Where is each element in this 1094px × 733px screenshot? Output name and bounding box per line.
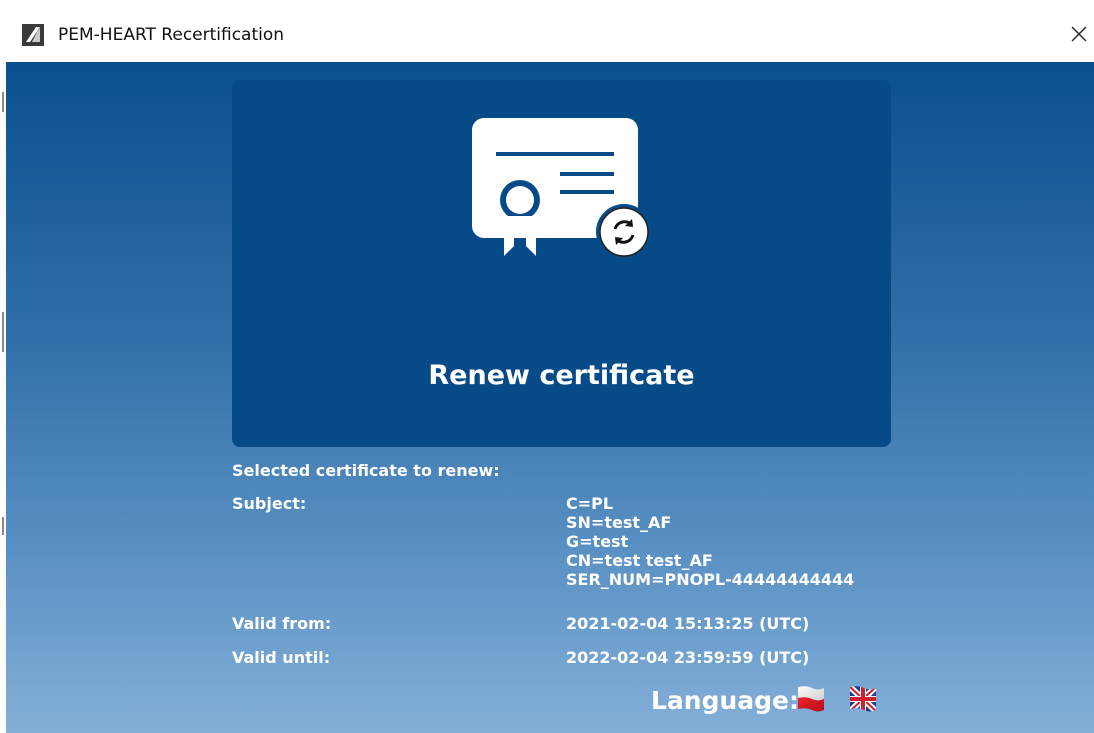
pem-heart-app-icon — [22, 24, 44, 46]
subject-line: CN=test test_AF — [566, 551, 713, 570]
window-title: PEM-HEART Recertification — [58, 25, 285, 45]
close-icon — [1071, 26, 1087, 42]
valid-from-value: 2021-02-04 15:13:25 (UTC) — [566, 614, 810, 633]
certificate-heading: Selected certificate to renew: — [232, 461, 500, 480]
recertification-window: PEM-HEART Recertification Renew certific… — [0, 0, 1094, 733]
certificate-renew-icon — [472, 118, 652, 260]
edge-mark — [2, 92, 4, 112]
valid-from-label: Valid from: — [232, 614, 332, 633]
language-label: Language: — [651, 686, 800, 715]
subject-label: Subject: — [232, 494, 307, 513]
client-area: Renew certificate Selected certificate t… — [6, 62, 1094, 733]
subject-line: SER_NUM=PNOPL-44444444444 — [566, 570, 855, 589]
edge-mark — [2, 312, 4, 352]
close-button[interactable] — [1064, 18, 1094, 50]
subject-line: SN=test_AF — [566, 513, 672, 532]
title-bar: PEM-HEART Recertification — [0, 0, 1094, 62]
valid-until-value: 2022-02-04 23:59:59 (UTC) — [566, 648, 810, 667]
subject-value: C=PL SN=test_AF G=test CN=test test_AF S… — [566, 494, 854, 589]
renew-certificate-button[interactable]: Renew certificate — [232, 80, 891, 447]
polish-flag-icon[interactable] — [796, 683, 826, 715]
uk-flag-icon[interactable] — [848, 683, 878, 715]
valid-until-label: Valid until: — [232, 648, 331, 667]
renew-certificate-label: Renew certificate — [428, 360, 695, 391]
edge-mark — [2, 517, 4, 535]
subject-line: G=test — [566, 532, 629, 551]
subject-line: C=PL — [566, 494, 614, 513]
